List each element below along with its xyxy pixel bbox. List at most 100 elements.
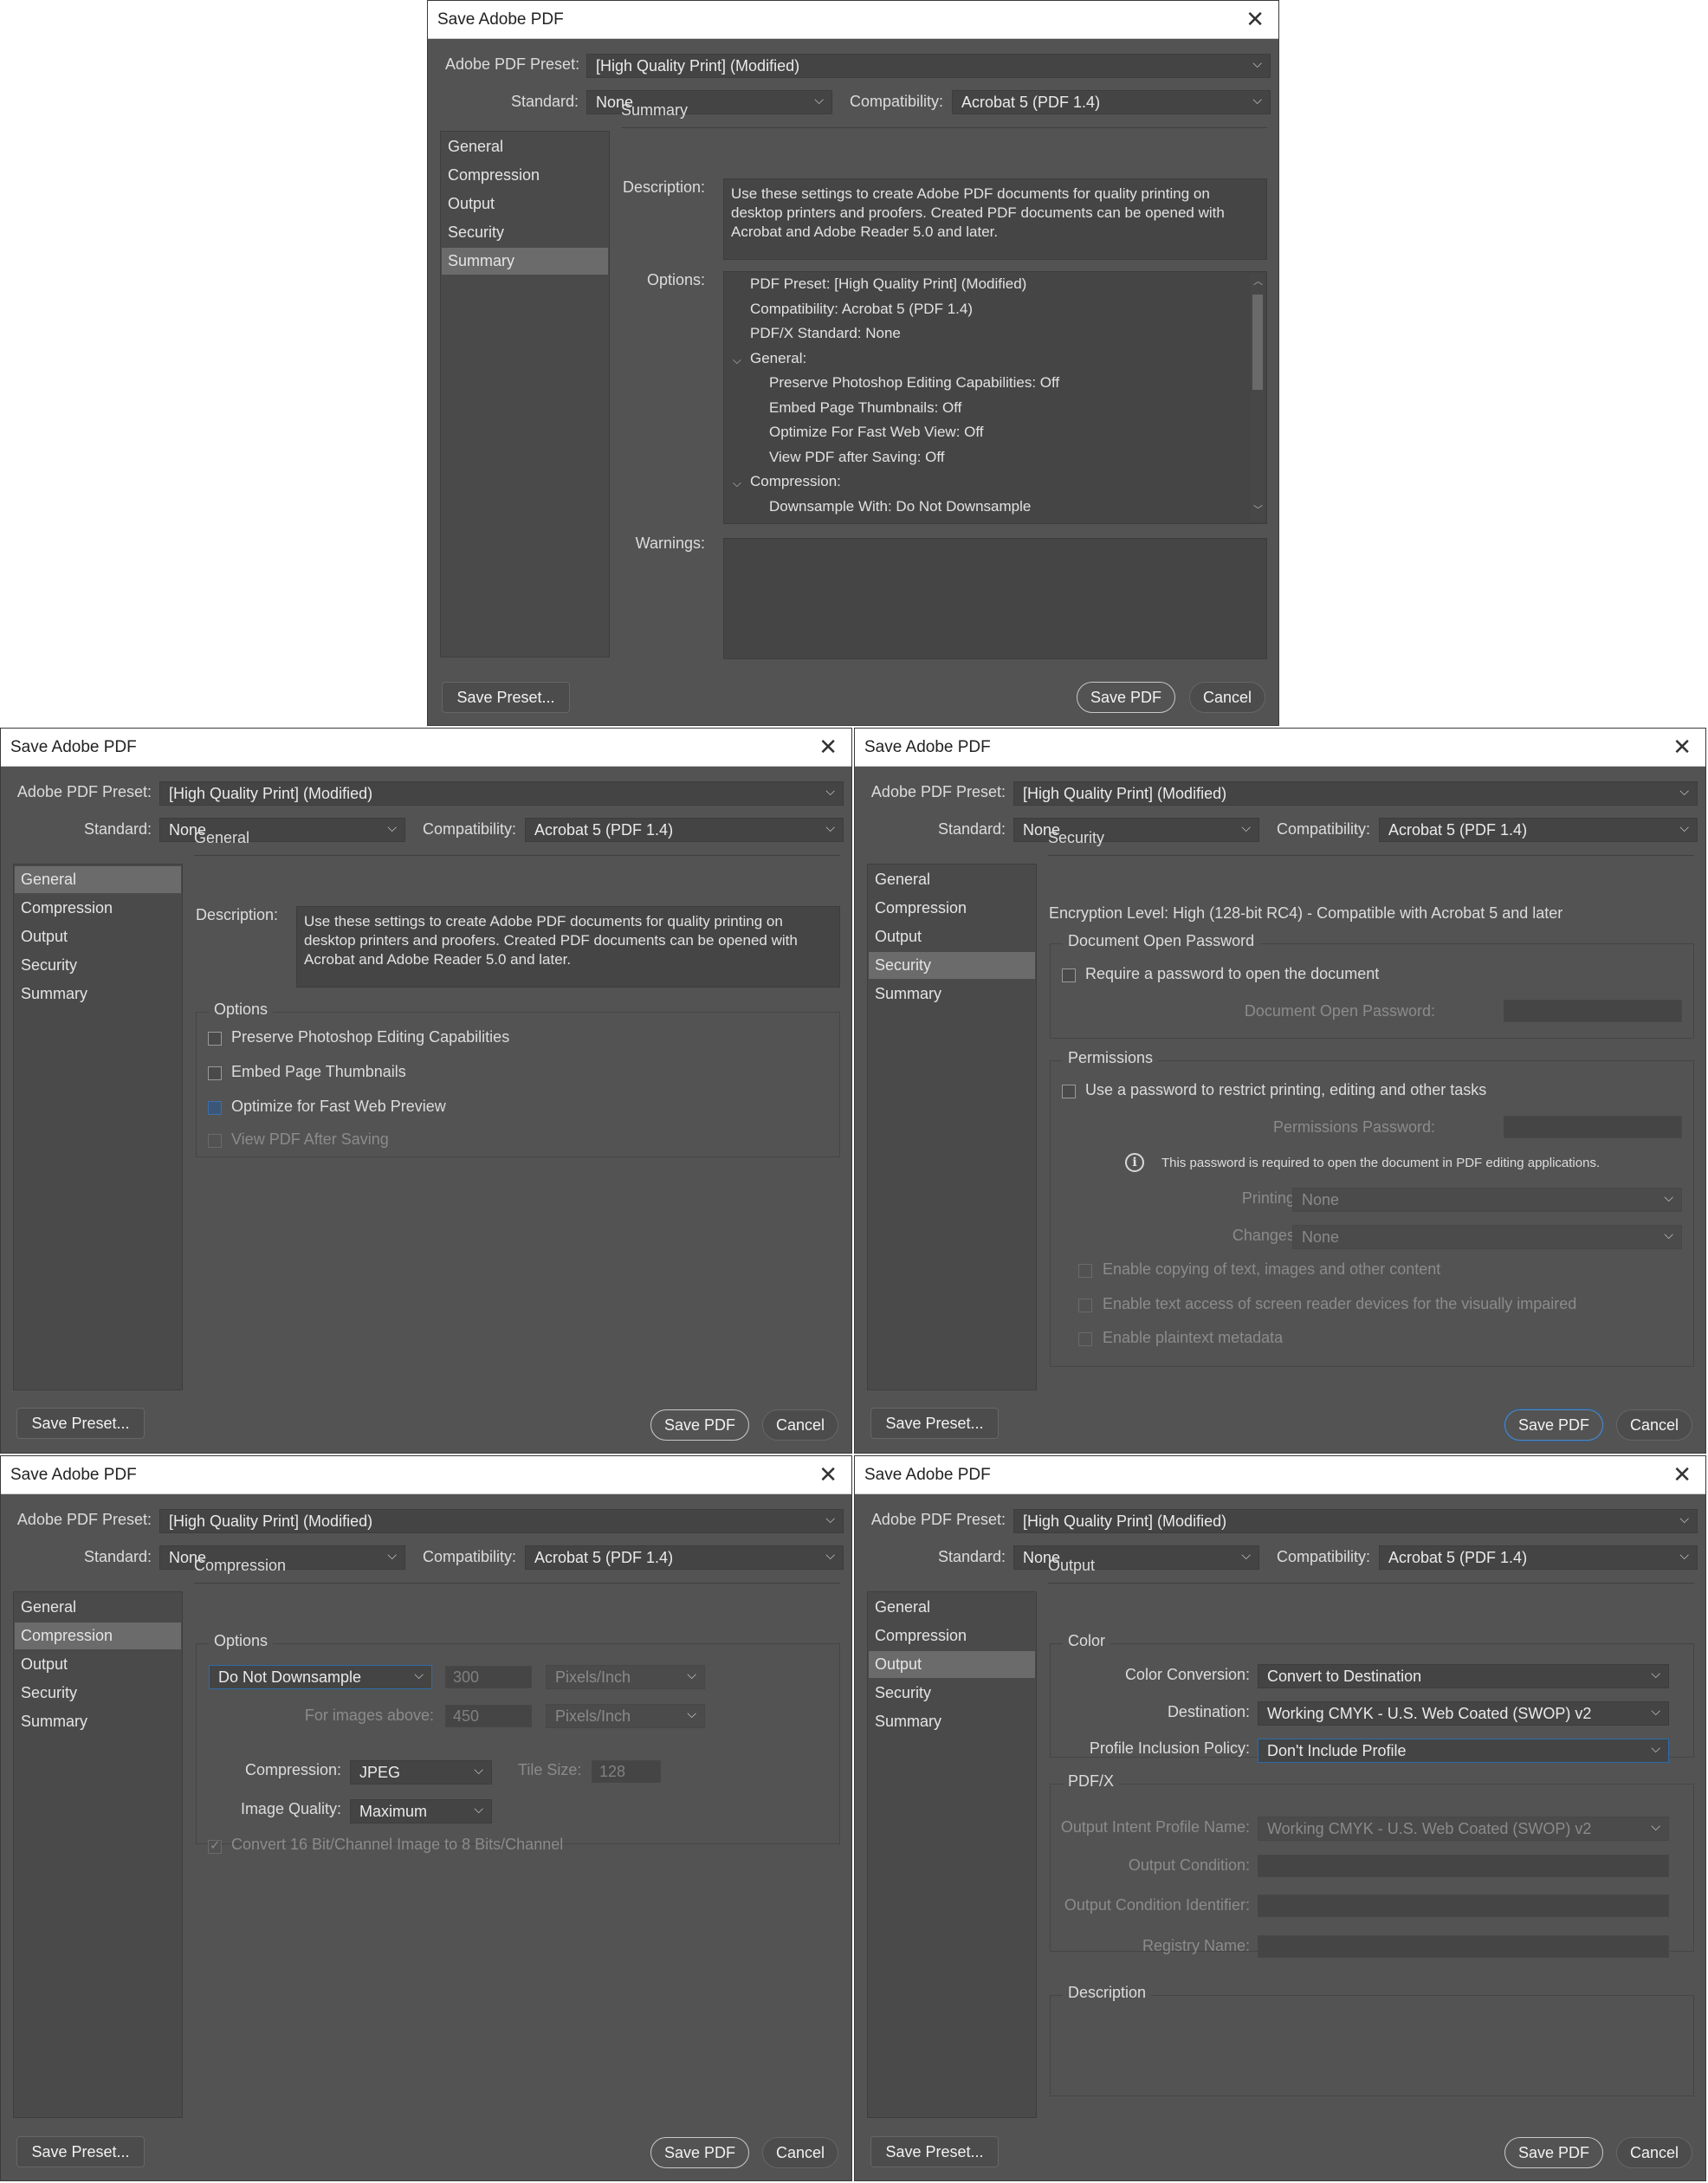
chevron-down-icon[interactable]: ⌵: [733, 351, 741, 370]
nav-item-security[interactable]: Security: [442, 219, 608, 246]
profile-policy-dropdown[interactable]: Don't Include Profile ⌵: [1258, 1739, 1669, 1763]
nav-item-compression[interactable]: Compression: [869, 895, 1035, 922]
compatibility-dropdown[interactable]: Acrobat 5 (PDF 1.4) ⌵: [1379, 1545, 1698, 1570]
output-intent-dropdown[interactable]: Working CMYK - U.S. Web Coated (SWOP) v2…: [1258, 1817, 1669, 1841]
registry-name-field[interactable]: [1258, 1935, 1669, 1958]
nav-item-summary[interactable]: Summary: [869, 1708, 1035, 1735]
nav-item-compression[interactable]: Compression: [15, 895, 181, 922]
scroll-up-icon[interactable]: ︿: [1253, 272, 1263, 291]
downsample-dropdown[interactable]: Do Not Downsample ⌵: [209, 1665, 432, 1689]
preserve-editing-checkbox[interactable]: [208, 1032, 222, 1046]
compatibility-dropdown[interactable]: Acrobat 5 (PDF 1.4) ⌵: [952, 90, 1271, 114]
nav-item-summary[interactable]: Summary: [15, 1708, 181, 1735]
resolution-field[interactable]: 300: [445, 1666, 532, 1688]
nav-item-output[interactable]: Output: [15, 923, 181, 950]
open-password-field[interactable]: [1504, 1000, 1682, 1022]
close-icon[interactable]: ✕: [1672, 734, 1692, 760]
scroll-down-icon[interactable]: ﹀: [1253, 501, 1263, 520]
nav-item-output[interactable]: Output: [442, 191, 608, 217]
cancel-button[interactable]: Cancel: [1616, 1409, 1692, 1441]
chevron-down-icon[interactable]: ⌵: [733, 474, 741, 493]
close-icon[interactable]: ✕: [1245, 6, 1265, 32]
restrict-permissions-checkbox[interactable]: [1062, 1085, 1076, 1098]
nav-item-output[interactable]: Output: [15, 1651, 181, 1678]
nav-item-compression[interactable]: Compression: [15, 1623, 181, 1649]
compression-dropdown[interactable]: JPEG ⌵: [350, 1760, 492, 1785]
require-open-password-label: Require a password to open the document: [1085, 965, 1380, 982]
cancel-button[interactable]: Cancel: [1189, 682, 1265, 713]
close-icon[interactable]: ✕: [1672, 1461, 1692, 1487]
save-pdf-dialog-output: Save Adobe PDF ✕ Adobe PDF Preset: [High…: [854, 1455, 1706, 2181]
compatibility-dropdown[interactable]: Acrobat 5 (PDF 1.4) ⌵: [525, 1545, 844, 1570]
scrollbar[interactable]: ︿ ﹀: [1251, 274, 1265, 521]
save-preset-button[interactable]: Save Preset...: [16, 2136, 145, 2167]
convert-16bit-checkbox[interactable]: [208, 1837, 222, 1854]
changes-allowed-dropdown[interactable]: None ⌵: [1292, 1225, 1682, 1249]
images-above-field[interactable]: 450: [445, 1705, 532, 1727]
destination-dropdown[interactable]: Working CMYK - U.S. Web Coated (SWOP) v2…: [1258, 1701, 1669, 1726]
save-preset-button[interactable]: Save Preset...: [442, 682, 570, 713]
save-pdf-button[interactable]: Save PDF: [1504, 1409, 1603, 1441]
nav-item-compression[interactable]: Compression: [869, 1623, 1035, 1649]
chevron-down-icon: ⌵: [825, 1548, 835, 1562]
save-pdf-button[interactable]: Save PDF: [650, 2137, 749, 2168]
nav-item-security[interactable]: Security: [869, 952, 1035, 979]
chevron-down-icon: ⌵: [1241, 1548, 1251, 1562]
nav-item-general[interactable]: General: [869, 1594, 1035, 1621]
image-quality-dropdown[interactable]: Maximum ⌵: [350, 1799, 492, 1823]
save-pdf-button[interactable]: Save PDF: [1504, 2137, 1603, 2168]
scrollbar-thumb[interactable]: [1252, 295, 1263, 390]
nav-item-summary[interactable]: Summary: [869, 981, 1035, 1007]
images-above-unit-dropdown[interactable]: Pixels/Inch ⌵: [546, 1704, 705, 1728]
compatibility-dropdown[interactable]: Acrobat 5 (PDF 1.4) ⌵: [525, 818, 844, 842]
compatibility-dropdown[interactable]: Acrobat 5 (PDF 1.4) ⌵: [1379, 818, 1698, 842]
nav-item-general[interactable]: General: [442, 133, 608, 160]
enable-metadata-checkbox[interactable]: [1078, 1332, 1092, 1346]
preset-dropdown[interactable]: [High Quality Print] (Modified) ⌵: [159, 781, 844, 806]
fast-web-checkbox[interactable]: [208, 1101, 222, 1115]
pdfx-group-title: PDF/X: [1063, 1772, 1120, 1791]
require-open-password-checkbox[interactable]: [1062, 968, 1076, 982]
permissions-password-field[interactable]: [1504, 1116, 1682, 1138]
cancel-button[interactable]: Cancel: [1616, 2137, 1692, 2168]
nav-item-summary[interactable]: Summary: [15, 981, 181, 1007]
output-condition-id-field[interactable]: [1258, 1895, 1669, 1917]
close-icon[interactable]: ✕: [818, 1461, 838, 1487]
close-icon[interactable]: ✕: [818, 734, 838, 760]
printing-allowed-dropdown[interactable]: None ⌵: [1292, 1188, 1682, 1212]
output-condition-field[interactable]: [1258, 1855, 1669, 1877]
open-password-group-title: Document Open Password: [1063, 932, 1260, 950]
nav-item-general[interactable]: General: [15, 1594, 181, 1621]
nav-item-compression[interactable]: Compression: [442, 162, 608, 189]
preset-dropdown[interactable]: [High Quality Print] (Modified) ⌵: [159, 1509, 844, 1533]
cancel-button[interactable]: Cancel: [762, 2137, 838, 2168]
options-tree[interactable]: PDF Preset: [High Quality Print] (Modifi…: [723, 271, 1267, 524]
fast-web-label: Optimize for Fast Web Preview: [231, 1098, 446, 1115]
nav-item-output[interactable]: Output: [869, 1651, 1035, 1678]
save-pdf-button[interactable]: Save PDF: [650, 1409, 749, 1441]
preset-dropdown[interactable]: [High Quality Print] (Modified) ⌵: [1013, 781, 1698, 806]
nav-item-security[interactable]: Security: [869, 1680, 1035, 1707]
save-preset-button[interactable]: Save Preset...: [870, 2136, 999, 2167]
view-after-saving-checkbox[interactable]: [208, 1134, 222, 1148]
nav-item-security[interactable]: Security: [15, 1680, 181, 1707]
nav-item-general[interactable]: General: [15, 866, 181, 893]
save-preset-button[interactable]: Save Preset...: [870, 1408, 999, 1439]
preset-dropdown[interactable]: [High Quality Print] (Modified) ⌵: [1013, 1509, 1698, 1533]
save-preset-button[interactable]: Save Preset...: [16, 1408, 145, 1439]
nav-item-summary[interactable]: Summary: [442, 248, 608, 275]
enable-screen-reader-checkbox[interactable]: [1078, 1299, 1092, 1312]
save-pdf-button[interactable]: Save PDF: [1077, 682, 1175, 713]
nav-item-general[interactable]: General: [869, 866, 1035, 893]
tile-size-field[interactable]: 128: [592, 1760, 661, 1783]
enable-copying-checkbox[interactable]: [1078, 1264, 1092, 1278]
nav-item-output[interactable]: Output: [869, 923, 1035, 950]
resolution-unit-dropdown[interactable]: Pixels/Inch ⌵: [546, 1665, 705, 1689]
color-conversion-dropdown[interactable]: Convert to Destination ⌵: [1258, 1664, 1669, 1688]
nav-item-security[interactable]: Security: [15, 952, 181, 979]
preset-dropdown[interactable]: [High Quality Print] (Modified) ⌵: [586, 54, 1271, 78]
cancel-button[interactable]: Cancel: [762, 1409, 838, 1441]
embed-thumbnails-checkbox[interactable]: [208, 1066, 222, 1080]
chevron-down-icon: ⌵: [825, 820, 835, 834]
chevron-down-icon: ⌵: [1241, 820, 1251, 834]
